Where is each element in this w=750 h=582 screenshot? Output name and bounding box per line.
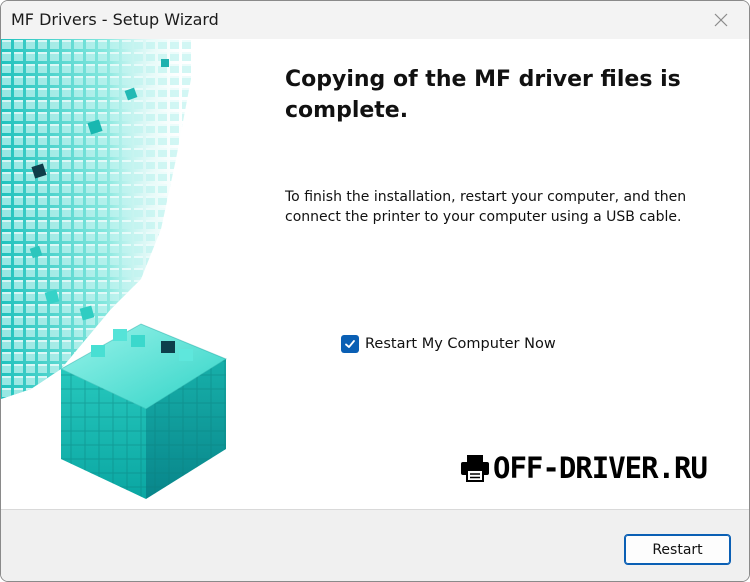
restart-button[interactable]: Restart	[624, 534, 731, 565]
cube-blocks-illustration	[1, 39, 271, 509]
close-button[interactable]	[701, 4, 741, 36]
title-bar: MF Drivers - Setup Wizard	[1, 1, 749, 39]
watermark: OFF-DRIVER.RU	[460, 451, 708, 485]
button-bar: Restart	[1, 509, 749, 581]
restart-now-label[interactable]: Restart My Computer Now	[365, 336, 556, 352]
restart-now-checkbox[interactable]	[341, 335, 359, 353]
instruction-message: To finish the installation, restart your…	[285, 189, 687, 225]
window-title: MF Drivers - Setup Wizard	[11, 10, 219, 29]
wizard-content: Copying of the MF driver files is comple…	[1, 39, 749, 509]
setup-wizard-window: MF Drivers - Setup Wizard Copying of the…	[0, 0, 750, 582]
close-icon	[714, 13, 728, 27]
watermark-text: OFF-DRIVER.RU	[493, 451, 708, 485]
restart-now-option[interactable]: Restart My Computer Now	[341, 335, 556, 353]
printer-icon	[461, 455, 489, 482]
completion-heading: Copying of the MF driver files is comple…	[285, 67, 681, 123]
checkmark-icon	[345, 340, 355, 348]
